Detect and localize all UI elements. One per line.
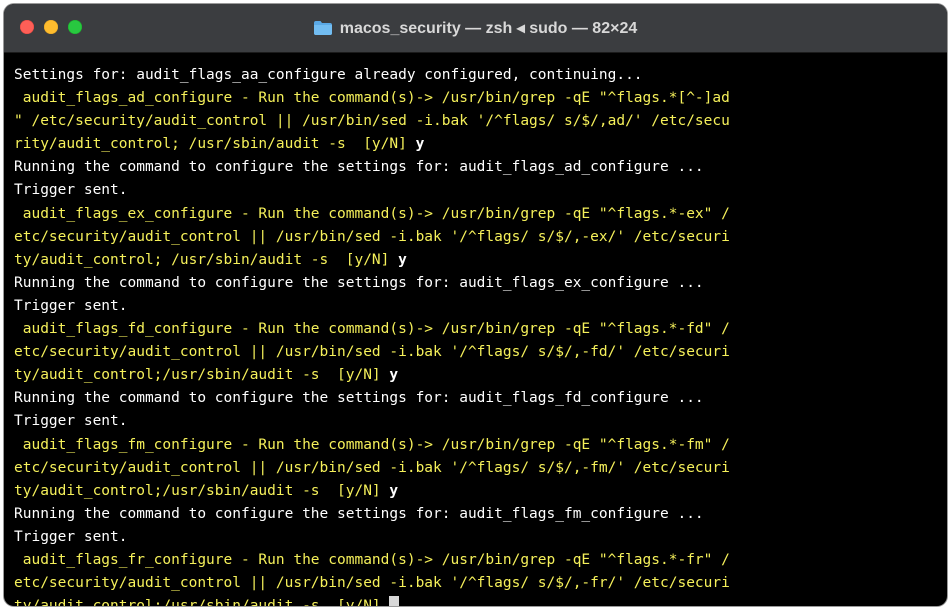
terminal-line-text: etc/security/audit_control || /usr/bin/s… (14, 344, 730, 361)
terminal-user-answer: y (389, 367, 399, 384)
terminal-prompt-line: audit_flags_ad_configure - Run the comma… (14, 87, 947, 110)
terminal-line-text: Running the command to configure the set… (14, 159, 704, 176)
terminal-line-text: Running the command to configure the set… (14, 274, 704, 291)
terminal-line-text: Running the command to configure the set… (14, 505, 704, 522)
terminal-user-answer: y (389, 482, 399, 499)
terminal-prompt-line: ty/audit_control;/usr/sbin/audit -s [y/N… (14, 364, 947, 387)
terminal-line-text: ty/audit_control;/usr/sbin/audit -s [y/N… (14, 367, 390, 384)
terminal-prompt-line: etc/security/audit_control || /usr/bin/s… (14, 226, 947, 249)
terminal-prompt-line: audit_flags_ex_configure - Run the comma… (14, 203, 947, 226)
terminal-output-line: Trigger sent. (14, 526, 947, 549)
terminal-line-text: ty/audit_control; /usr/sbin/audit -s [y/… (14, 251, 399, 268)
terminal-line-text: audit_flags_fd_configure - Run the comma… (14, 321, 730, 338)
text-cursor (389, 596, 400, 606)
terminal-output-line: Trigger sent. (14, 179, 947, 202)
terminal-prompt-line: audit_flags_fd_configure - Run the comma… (14, 318, 947, 341)
terminal-prompt-line: etc/security/audit_control || /usr/bin/s… (14, 572, 947, 595)
terminal-prompt-line: etc/security/audit_control || /usr/bin/s… (14, 457, 947, 480)
terminal-output-line: Trigger sent. (14, 410, 947, 433)
terminal-output-line: Running the command to configure the set… (14, 272, 947, 295)
terminal-line-text: Trigger sent. (14, 528, 128, 545)
terminal-prompt-line: rity/audit_control; /usr/sbin/audit -s [… (14, 133, 947, 156)
terminal-output-line: Settings for: audit_flags_aa_configure a… (14, 64, 947, 87)
terminal-user-answer: y (415, 136, 425, 153)
window-title-text: macos_security — zsh ◂ sudo — 82×24 (339, 20, 638, 37)
terminal-line-text: Settings for: audit_flags_aa_configure a… (14, 67, 643, 83)
terminal-output-line: Running the command to configure the set… (14, 387, 947, 410)
terminal-line-text: Trigger sent. (14, 297, 128, 314)
window-title: macos_security — zsh ◂ sudo — 82×24 (4, 4, 947, 52)
terminal-output-line: Trigger sent. (14, 295, 947, 318)
terminal-line-text: Running the command to configure the set… (14, 390, 704, 407)
terminal-line-text: Trigger sent. (14, 182, 128, 199)
terminal-line-text: etc/security/audit_control || /usr/bin/s… (14, 228, 730, 245)
terminal-line-text: audit_flags_fm_configure - Run the comma… (14, 436, 730, 453)
title-bar[interactable]: macos_security — zsh ◂ sudo — 82×24 (4, 4, 947, 53)
terminal-line-text: Trigger sent. (14, 413, 128, 430)
terminal-prompt-line: ty/audit_control; /usr/sbin/audit -s [y/… (14, 249, 947, 272)
terminal-line-text: audit_flags_ad_configure - Run the comma… (14, 90, 730, 107)
terminal-line-text: rity/audit_control; /usr/sbin/audit -s [… (14, 136, 416, 153)
terminal-prompt-line: " /etc/security/audit_control || /usr/bi… (14, 110, 947, 133)
terminal-output-line: Running the command to configure the set… (14, 503, 947, 526)
terminal-output-line: Running the command to configure the set… (14, 156, 947, 179)
terminal-prompt-line: etc/security/audit_control || /usr/bin/s… (14, 341, 947, 364)
terminal-user-answer: y (398, 251, 407, 268)
terminal-output[interactable]: Settings for: audit_flags_aa_configure a… (4, 52, 947, 606)
terminal-line-text: audit_flags_fr_configure - Run the comma… (14, 551, 730, 568)
terminal-line-text: audit_flags_ex_configure - Run the comma… (14, 205, 730, 222)
terminal-prompt-line: audit_flags_fm_configure - Run the comma… (14, 434, 947, 457)
terminal-line-text: ty/audit_control;/usr/sbin/audit -s [y/N… (14, 598, 389, 606)
terminal-prompt-line: audit_flags_fr_configure - Run the comma… (14, 549, 947, 572)
terminal-prompt-line: ty/audit_control;/usr/sbin/audit -s [y/N… (14, 480, 947, 503)
terminal-line-text: etc/security/audit_control || /usr/bin/s… (14, 459, 730, 476)
terminal-line-text: ty/audit_control;/usr/sbin/audit -s [y/N… (14, 482, 390, 499)
terminal-line-text: " /etc/security/audit_control || /usr/bi… (14, 113, 730, 130)
terminal-window: macos_security — zsh ◂ sudo — 82×24 Sett… (4, 4, 947, 606)
terminal-prompt-line: ty/audit_control;/usr/sbin/audit -s [y/N… (14, 595, 947, 606)
folder-icon (313, 21, 332, 35)
terminal-line-text: etc/security/audit_control || /usr/bin/s… (14, 575, 730, 592)
